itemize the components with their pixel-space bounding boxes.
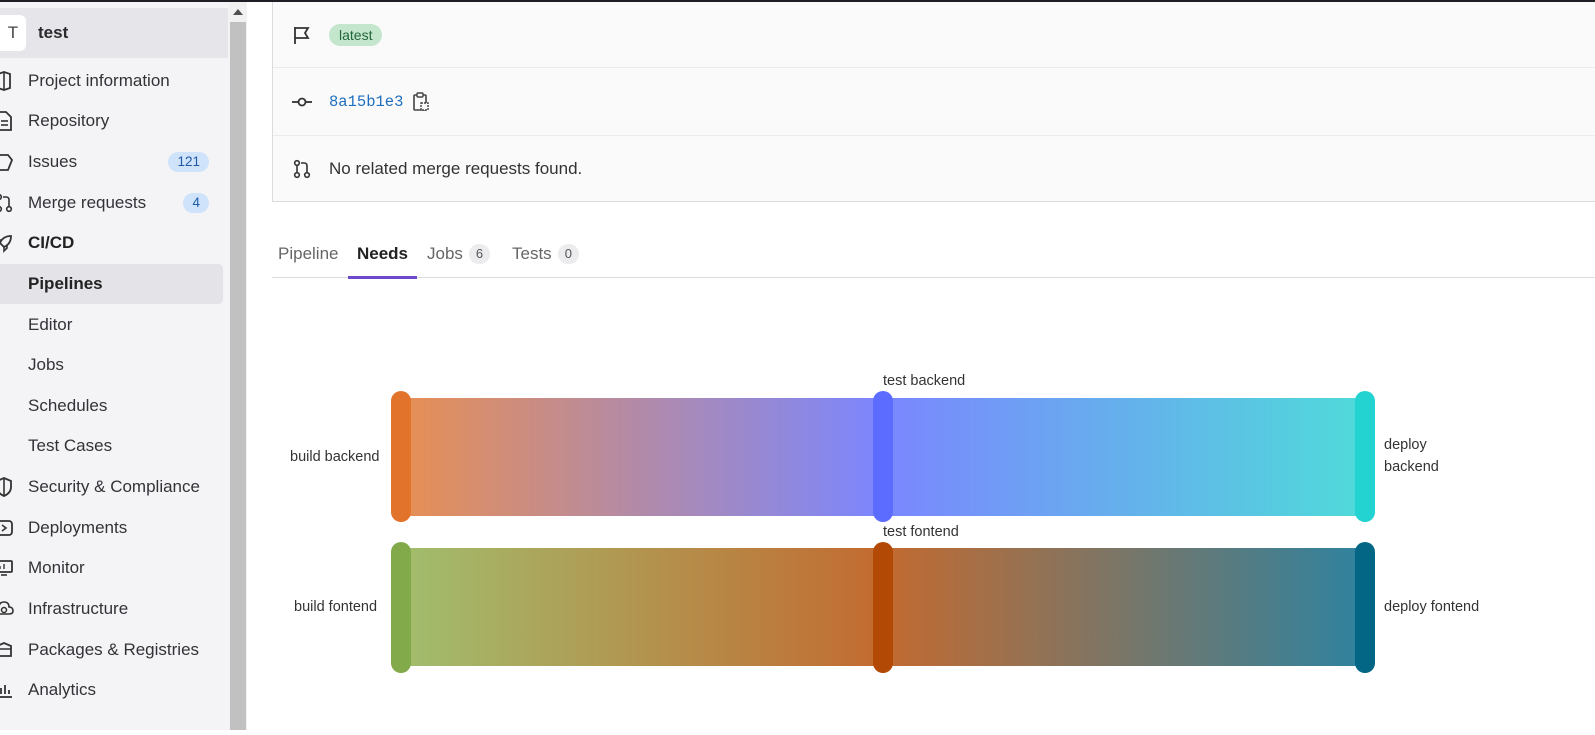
label-build-fontend: build fontend [294,599,378,615]
sidebar-item-label: Editor [28,315,73,334]
latest-badge: latest [329,23,383,46]
tab-label: Jobs [427,244,463,263]
label-test-backend: test backend [883,373,966,389]
sidebar-item-repository[interactable]: Repository [0,101,223,141]
cloud-gear-icon [0,601,14,615]
commit-sha-link[interactable]: 8a15b1e3 [329,93,403,111]
project-info-icon [0,71,11,91]
tab-label: Pipeline [278,244,339,263]
label-build-backend: build backend [290,449,380,465]
sidebar-item-jobs[interactable]: Jobs [0,345,223,385]
sidebar-item-label: Schedules [28,396,108,415]
merge-requests-row: No related merge requests found. [273,136,1595,202]
sidebar-project-header[interactable]: T test [0,8,228,58]
sidebar-item-editor[interactable]: Editor [0,305,223,345]
no-merge-requests-text: No related merge requests found. [329,159,583,178]
tab-pipeline[interactable]: Pipeline [278,230,342,278]
sidebar-item-label: Monitor [28,558,85,577]
link-build-fontend-to-test-fontend[interactable] [400,548,883,666]
sidebar-item-label: Test Cases [28,436,113,455]
sidebar-item-label: Analytics [28,680,97,699]
sidebar-item-label: Repository [28,111,110,130]
sidebar-item-label: Issues [28,152,78,171]
commit-icon [292,97,312,106]
label-deploy-backend-line-1: deploy [1384,437,1427,453]
merge-request-icon [0,194,13,213]
project-name: test [38,23,69,42]
ref-row: latest [273,2,1595,68]
sidebar-item-issues[interactable]: Issues 121 [0,142,223,182]
tab-needs[interactable]: Needs [348,230,417,279]
scrollbar-thumb[interactable] [230,22,246,730]
node-test-backend[interactable] [873,391,893,522]
copy-clipboard-icon[interactable] [412,91,430,112]
sidebar-item-label: Merge requests [28,193,147,212]
node-test-fontend[interactable] [873,542,893,673]
sidebar-scrollbar[interactable] [229,2,247,730]
link-test-fontend-to-deploy-fontend[interactable] [883,548,1366,666]
commit-row: 8a15b1e3 [273,68,1595,136]
node-deploy-fontend[interactable] [1355,542,1375,673]
sidebar-item-label: Jobs [28,355,64,374]
flag-icon [294,26,310,44]
merge-requests-count-badge: 4 [183,193,209,213]
merge-request-icon [293,159,311,179]
monitor-icon [0,560,13,576]
sidebar-item-merge-requests[interactable]: Merge requests 4 [0,183,223,223]
jobs-count-badge: 6 [468,244,491,264]
node-deploy-backend[interactable] [1355,391,1375,522]
needs-graph: build backend test backend deploy backen… [272,278,1595,730]
sidebar-item-packages-registries[interactable]: Packages & Registries [0,630,223,670]
chart-icon [0,685,12,698]
sidebar-item-label: Pipelines [28,274,103,293]
sidebar-item-label: CI/CD [28,233,75,252]
sidebar-item-schedules[interactable]: Schedules [0,386,223,426]
issues-count-badge: 121 [168,152,209,172]
sidebar-item-label: Packages & Registries [28,640,200,659]
sidebar-item-label: Security & Compliance [28,477,200,496]
tab-jobs[interactable]: Jobs 6 [427,230,491,278]
shield-icon [0,477,12,497]
label-deploy-fontend: deploy fontend [1384,599,1480,615]
link-build-backend-to-test-backend[interactable] [400,398,883,516]
sidebar: T test Project information Repository Is… [0,2,233,730]
deployments-icon [0,520,13,536]
needs-graph-svg [391,391,1375,673]
sidebar-item-monitor[interactable]: Monitor [0,548,223,588]
sidebar-item-label: Infrastructure [28,599,129,618]
link-test-backend-to-deploy-backend[interactable] [883,398,1366,516]
label-deploy-backend-line-2: backend [1384,459,1439,475]
sidebar-item-infrastructure[interactable]: Infrastructure [0,589,223,629]
issues-icon [0,154,14,171]
sidebar-item-label: Project information [28,71,170,90]
tab-label: Tests [512,244,552,263]
pipeline-info-panel: latest 8a15b1e3 No related merge request… [272,2,1595,202]
sidebar-item-label: Deployments [28,518,128,537]
sidebar-item-security-compliance[interactable]: Security & Compliance [0,467,223,507]
project-avatar: T [0,15,26,51]
sidebar-item-analytics[interactable]: Analytics [0,670,223,710]
node-build-fontend[interactable] [391,542,411,673]
scroll-up-arrow-icon[interactable] [233,9,243,15]
sidebar-item-test-cases[interactable]: Test Cases [0,426,223,466]
label-test-fontend: test fontend [883,524,959,540]
tests-count-badge: 0 [557,244,579,264]
repository-icon [0,111,12,131]
sidebar-item-deployments[interactable]: Deployments [0,508,223,548]
sidebar-item-pipelines[interactable]: Pipelines [0,264,223,304]
pipeline-tabs: Pipeline Needs Jobs 6 Tests 0 [272,230,1595,279]
node-build-backend[interactable] [391,391,411,522]
label-deploy-backend: deploy backend [1384,434,1439,478]
sidebar-item-project-information[interactable]: Project information [0,61,223,101]
package-icon [0,642,12,657]
sidebar-item-ci-cd[interactable]: CI/CD [0,223,223,263]
rocket-icon [0,235,12,253]
tab-label: Needs [356,244,409,263]
tab-tests[interactable]: Tests 0 [512,230,579,278]
